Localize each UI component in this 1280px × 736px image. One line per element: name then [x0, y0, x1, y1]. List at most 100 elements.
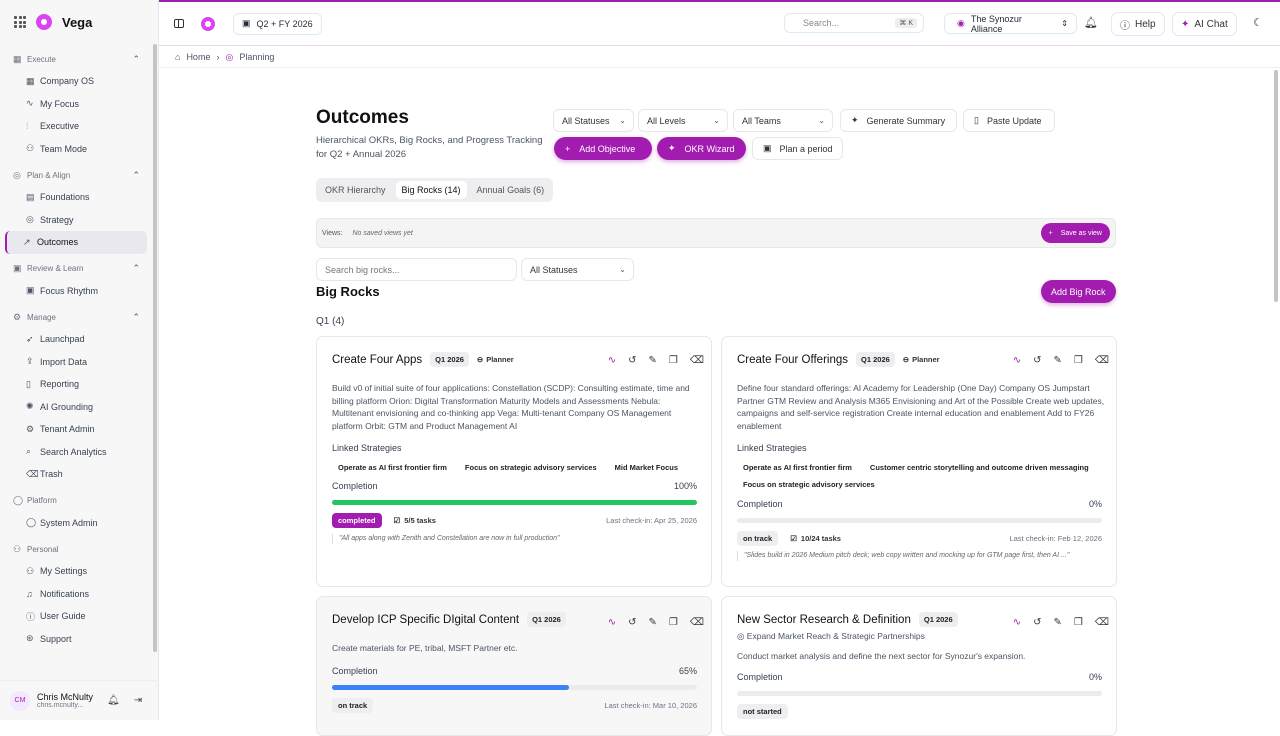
- copy-icon[interactable]: ❐: [669, 617, 678, 628]
- upload-icon: ⇪: [26, 356, 34, 367]
- team-filter[interactable]: All Teams ⌄: [733, 109, 833, 132]
- activity-icon[interactable]: ∿: [608, 617, 616, 628]
- big-rock-card[interactable]: Create Four Apps Q1 2026 ⊖ Planner ∿ ↺ ✎ …: [316, 336, 712, 587]
- calendar-icon: ▣: [13, 263, 22, 273]
- section-execute[interactable]: ▦ Execute ⌃: [0, 48, 152, 70]
- sidebar-item-support[interactable]: ⊛ Support: [5, 628, 147, 651]
- history-icon[interactable]: ↺: [1033, 355, 1041, 366]
- big-rock-card[interactable]: New Sector Research & Definition Q1 2026…: [721, 596, 1117, 736]
- section-personal[interactable]: ⚇ Personal: [0, 538, 152, 560]
- okr-wizard-button[interactable]: ✦ OKR Wizard: [657, 137, 746, 160]
- edit-icon[interactable]: ✎: [1054, 355, 1062, 366]
- ai-chat-button[interactable]: ✦ AI Chat: [1172, 12, 1237, 36]
- planner-link[interactable]: ⊖ Planner: [477, 355, 514, 364]
- section-platform[interactable]: ◯ Platform: [0, 490, 152, 512]
- sidebar-item-company-os[interactable]: ▦ Company OS: [5, 70, 147, 93]
- sidebar-scrollbar[interactable]: [153, 44, 157, 652]
- user-info: Chris McNulty chris.mcnulty...: [37, 692, 93, 709]
- bell-icon[interactable]: 🔔︎: [107, 695, 120, 706]
- big-rock-card[interactable]: Create Four Offerings Q1 2026 ⊖ Planner ∿…: [721, 336, 1117, 587]
- sidebar-item-outcomes[interactable]: ↗ Outcomes: [5, 231, 147, 254]
- section-review-learn[interactable]: ▣ Review & Learn ⌃: [0, 258, 152, 280]
- big-rocks-status-filter[interactable]: All Statuses ⌄: [521, 258, 634, 281]
- level-filter-value: All Levels: [647, 115, 686, 126]
- sidebar-item-user-guide[interactable]: ⓘ User Guide: [5, 605, 147, 628]
- period-selector[interactable]: ▣ Q2 + FY 2026: [233, 12, 322, 35]
- shield-icon: ◯: [26, 517, 37, 528]
- activity-icon[interactable]: ∿: [608, 355, 616, 366]
- parent-objective[interactable]: ◎ Expand Market Reach & Strategic Partne…: [737, 631, 925, 642]
- section-plan-align[interactable]: ◎ Plan & Align ⌃: [0, 164, 152, 186]
- sidebar-item-executive[interactable]: ⫶ Executive: [5, 115, 147, 138]
- breadcrumb-home[interactable]: Home: [186, 52, 210, 62]
- section-manage[interactable]: ⚙ Manage ⌃: [0, 306, 152, 328]
- plan-period-button[interactable]: ▣ Plan a period: [752, 137, 843, 160]
- sidebar-item-search-analytics[interactable]: ⌕ Search Analytics: [5, 441, 147, 464]
- add-big-rock-button[interactable]: Add Big Rock: [1041, 280, 1116, 303]
- big-rocks-search-input[interactable]: Search big rocks...: [316, 258, 517, 281]
- edit-icon[interactable]: ✎: [649, 355, 657, 366]
- trash-icon[interactable]: ⌫: [690, 617, 704, 628]
- history-icon[interactable]: ↺: [628, 355, 636, 366]
- history-icon[interactable]: ↺: [1033, 617, 1041, 628]
- sidebar-item-tenant-admin[interactable]: ⚙ Tenant Admin: [5, 418, 147, 441]
- sidebar-item-my-focus[interactable]: ∿ My Focus: [5, 93, 147, 116]
- notifications-bell-icon[interactable]: 🔔︎: [1084, 16, 1098, 29]
- sidebar-item-notifications[interactable]: ♫ Notifications: [5, 583, 147, 606]
- tab-big-rocks[interactable]: Big Rocks (14): [395, 181, 467, 199]
- chevron-up-icon: ⌃: [132, 263, 140, 273]
- trash-icon[interactable]: ⌫: [1095, 617, 1109, 628]
- avatar[interactable]: CM: [10, 690, 30, 711]
- edit-icon[interactable]: ✎: [1054, 617, 1062, 628]
- tab-annual-goals[interactable]: Annual Goals (6): [471, 181, 551, 199]
- sidebar-item-focus-rhythm[interactable]: ▣ Focus Rhythm: [5, 280, 147, 303]
- activity-icon[interactable]: ∿: [1013, 617, 1021, 628]
- card-title[interactable]: Develop ICP Specific DIgital Content: [332, 614, 519, 626]
- sidebar-item-import-data[interactable]: ⇪ Import Data: [5, 351, 147, 374]
- sidebar-item-label: My Focus: [40, 98, 80, 109]
- copy-icon[interactable]: ❐: [1074, 617, 1083, 628]
- status-row: on track Last check-in: Mar 10, 2026: [332, 698, 697, 713]
- card-title[interactable]: New Sector Research & Definition: [737, 614, 911, 626]
- tab-okr-hierarchy[interactable]: OKR Hierarchy: [319, 181, 392, 199]
- save-as-view-button[interactable]: + Save as view: [1040, 223, 1110, 243]
- activity-icon[interactable]: ∿: [1013, 355, 1021, 366]
- plus-icon: +: [565, 143, 571, 154]
- tenant-selector[interactable]: ◉ The Synozur Alliance ⇕: [944, 13, 1077, 34]
- sidebar-item-my-settings[interactable]: ⚇ My Settings: [5, 560, 147, 583]
- sidebar-item-reporting[interactable]: ▯ Reporting: [5, 373, 147, 396]
- global-search[interactable]: Search... ⌘ K: [784, 13, 924, 33]
- copy-icon[interactable]: ❐: [1074, 355, 1083, 366]
- card-title[interactable]: Create Four Apps: [332, 354, 422, 366]
- add-objective-button[interactable]: + Add Objective: [554, 137, 652, 160]
- generate-summary-button[interactable]: ✦ Generate Summary: [840, 109, 957, 132]
- theme-toggle-icon[interactable]: ☾: [1253, 16, 1263, 29]
- status-filter[interactable]: All Statuses ⌄: [553, 109, 634, 132]
- sidebar-toggle-icon[interactable]: [174, 19, 184, 28]
- planner-link[interactable]: ⊖ Planner: [903, 355, 940, 364]
- level-filter[interactable]: All Levels ⌄: [638, 109, 728, 132]
- main-scrollbar[interactable]: [1274, 70, 1278, 302]
- edit-icon[interactable]: ✎: [649, 617, 657, 628]
- sidebar-item-strategy[interactable]: ◎ Strategy: [5, 209, 147, 232]
- sidebar-item-launchpad[interactable]: ➶ Launchpad: [5, 328, 147, 351]
- sidebar-item-foundations[interactable]: ▤ Foundations: [5, 186, 147, 209]
- sidebar-item-system-admin[interactable]: ◯ System Admin: [5, 512, 147, 535]
- sidebar-item-ai-grounding[interactable]: ✺ AI Grounding: [5, 396, 147, 419]
- sidebar-item-trash[interactable]: ⌫ Trash: [5, 463, 147, 486]
- app-grid-icon[interactable]: [14, 16, 26, 28]
- logout-icon[interactable]: ⇥: [134, 695, 142, 706]
- history-icon[interactable]: ↺: [628, 617, 636, 628]
- paste-update-button[interactable]: ▯ Paste Update: [963, 109, 1055, 132]
- help-button[interactable]: ⓘ Help: [1111, 12, 1165, 36]
- card-title[interactable]: Create Four Offerings: [737, 354, 848, 366]
- chevron-down-icon: ⌄: [619, 116, 626, 125]
- sidebar-item-label: Foundations: [40, 192, 90, 203]
- big-rock-card[interactable]: Develop ICP Specific DIgital Content Q1 …: [316, 596, 712, 736]
- sidebar-item-team-mode[interactable]: ⚇ Team Mode: [5, 138, 147, 161]
- target-icon: ◎: [737, 631, 745, 641]
- copy-icon[interactable]: ❐: [669, 355, 678, 366]
- trash-icon[interactable]: ⌫: [690, 355, 704, 366]
- status-row: not started: [737, 704, 1102, 719]
- trash-icon[interactable]: ⌫: [1095, 355, 1109, 366]
